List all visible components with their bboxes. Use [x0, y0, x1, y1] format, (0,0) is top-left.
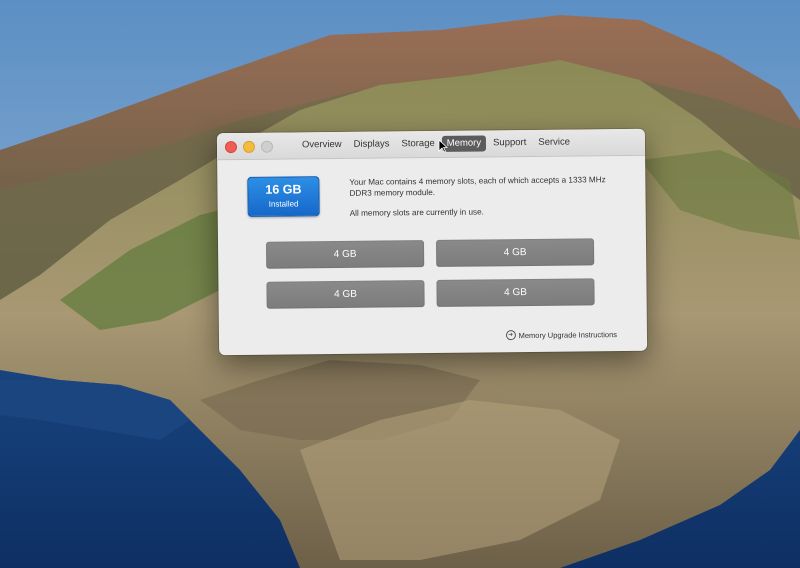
- arrow-circle-icon: ➜: [505, 330, 516, 341]
- memory-description: Your Mac contains 4 memory slots, each o…: [349, 175, 606, 198]
- memory-total-label: Installed: [268, 199, 299, 209]
- tab-displays[interactable]: Displays: [348, 136, 394, 152]
- memory-pane: 16 GB Installed Your Mac contains 4 memo…: [217, 156, 647, 355]
- tab-memory[interactable]: Memory: [441, 135, 487, 152]
- memory-status: All memory slots are currently in use.: [349, 207, 484, 218]
- memory-slot-4: 4 GB: [436, 278, 595, 307]
- tab-service[interactable]: Service: [533, 134, 575, 150]
- memory-upgrade-link[interactable]: ➜ Memory Upgrade Instructions: [505, 329, 618, 341]
- memory-slot-3: 4 GB: [266, 280, 425, 309]
- tab-storage[interactable]: Storage: [396, 136, 439, 152]
- memory-slot-1: 4 GB: [265, 240, 425, 269]
- close-button[interactable]: [224, 141, 238, 154]
- memory-info: Your Mac contains 4 memory slots, each o…: [349, 174, 619, 219]
- mouse-cursor-icon: [438, 139, 448, 153]
- memory-total-badge: 16 GB Installed: [247, 176, 320, 217]
- tab-overview[interactable]: Overview: [297, 137, 347, 154]
- about-this-mac-window: Overview Displays Storage Memory Support…: [216, 128, 648, 356]
- memory-slots: 4 GB 4 GB 4 GB 4 GB: [265, 238, 595, 309]
- minimize-button[interactable]: [242, 140, 256, 153]
- memory-slot-2: 4 GB: [435, 238, 595, 267]
- tab-support[interactable]: Support: [488, 135, 531, 151]
- window-controls: [224, 140, 274, 154]
- memory-upgrade-label: Memory Upgrade Instructions: [518, 329, 618, 340]
- tab-bar: Overview Displays Storage Memory Support…: [297, 134, 575, 153]
- memory-total-size: 16 GB: [265, 182, 302, 197]
- zoom-button[interactable]: [260, 140, 274, 153]
